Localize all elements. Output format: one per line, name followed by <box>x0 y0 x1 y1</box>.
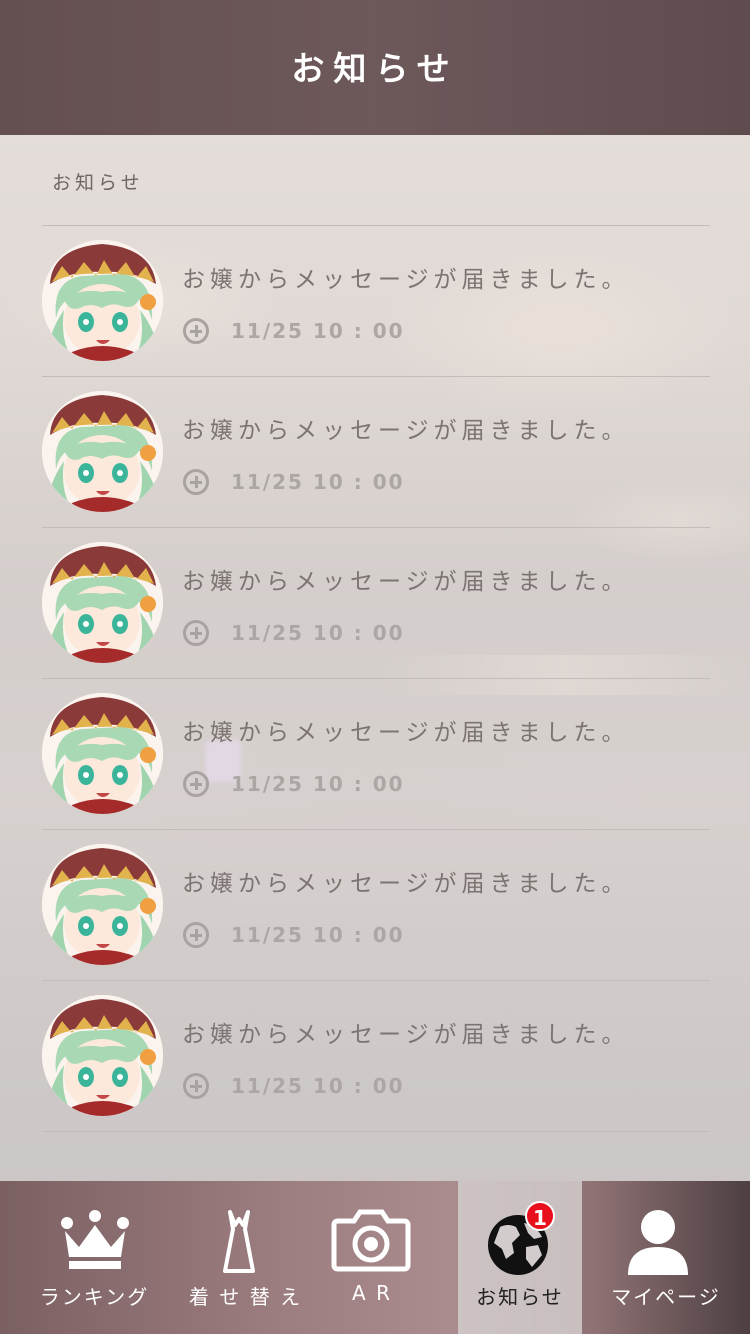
plus-circle-icon[interactable] <box>183 620 209 646</box>
tab-label: お知らせ <box>476 1285 564 1309</box>
plus-circle-icon[interactable] <box>183 771 209 797</box>
tab-label: マイページ <box>611 1285 721 1309</box>
notification-item[interactable]: お嬢からメッセージが届きました。 11/25 10 : 00 <box>42 226 710 377</box>
tab-ranking[interactable]: ランキング <box>0 1181 189 1334</box>
notification-panel: お知らせ お嬢からメッセージが届きました。 11/25 10: 00 お嬢から… <box>0 135 750 1181</box>
tab-label: ランキング <box>39 1285 150 1309</box>
notification-item[interactable]: お嬢からメッセージが届きました。 11/25 10 : 00 <box>42 679 710 830</box>
tab-bar: ランキング 着 せ 替 え A R 1 お知らせ マイページ <box>0 1181 750 1334</box>
avatar <box>42 391 163 512</box>
dress-icon <box>223 1210 255 1273</box>
avatar <box>42 844 163 965</box>
tab-label: 着 せ 替 え <box>189 1285 303 1309</box>
tab-ar[interactable]: A R <box>286 1181 458 1334</box>
notification-list: お嬢からメッセージが届きました。 11/25 10 : 00 お嬢からメッセージ… <box>42 225 710 1132</box>
notification-item[interactable]: お嬢からメッセージが届きました。 11/25 10 : 00 <box>42 528 710 679</box>
avatar <box>42 995 163 1116</box>
notification-item[interactable]: お嬢からメッセージが届きました。 11/25 10 : 00 <box>42 830 710 981</box>
plus-circle-icon[interactable] <box>183 922 209 948</box>
notification-message: お嬢からメッセージが届きました。 <box>182 871 630 897</box>
character-portrait-icon <box>42 542 163 663</box>
notification-time: 11/25 10 : 00 <box>231 923 405 947</box>
notification-badge: 1 <box>525 1201 555 1231</box>
character-portrait-icon <box>42 240 163 361</box>
notification-time-row: 11/25 10 : 00 <box>183 920 405 950</box>
notification-time-row: 11/25 10 : 00 <box>183 467 405 497</box>
tab-my-page[interactable]: マイページ <box>582 1181 750 1334</box>
page-title: お知らせ <box>291 49 459 88</box>
notification-time-row: 11/25 10 : 00 <box>183 1071 405 1101</box>
notification-time: 11/25 10 : 00 <box>231 772 405 796</box>
notification-message: お嬢からメッセージが届きました。 <box>182 1022 630 1048</box>
section-title: お知らせ <box>52 172 144 194</box>
notification-time-row: 11/25 10 : 00 <box>183 769 405 799</box>
plus-circle-icon[interactable] <box>183 318 209 344</box>
notification-message: お嬢からメッセージが届きました。 <box>182 418 630 444</box>
notification-item[interactable]: お嬢からメッセージが届きました。 11/25 10 : 00 <box>42 377 710 528</box>
notification-time: 11/25 10 : 00 <box>231 319 405 343</box>
crown-icon <box>61 1210 129 1269</box>
camera-icon <box>331 1209 411 1272</box>
character-portrait-icon <box>42 995 163 1116</box>
notification-message: お嬢からメッセージが届きました。 <box>182 569 630 595</box>
header: お知らせ <box>0 0 750 135</box>
notification-time-row: 11/25 10 : 00 <box>183 316 405 346</box>
notification-time: 11/25 10 : 00 <box>231 470 405 494</box>
character-portrait-icon <box>42 391 163 512</box>
notification-message: お嬢からメッセージが届きました。 <box>182 267 630 293</box>
plus-circle-icon[interactable] <box>183 469 209 495</box>
plus-circle-icon[interactable] <box>183 1073 209 1099</box>
tab-notifications[interactable]: 1 お知らせ <box>458 1181 582 1334</box>
character-portrait-icon <box>42 844 163 965</box>
notification-message: お嬢からメッセージが届きました。 <box>182 720 630 746</box>
notification-item[interactable]: お嬢からメッセージが届きました。 11/25 10 : 00 <box>42 981 710 1132</box>
character-portrait-icon <box>42 693 163 814</box>
notification-time: 11/25 10 : 00 <box>231 621 405 645</box>
avatar <box>42 542 163 663</box>
avatar <box>42 693 163 814</box>
notification-time-row: 11/25 10 : 00 <box>183 618 405 648</box>
person-icon <box>628 1210 688 1275</box>
avatar <box>42 240 163 361</box>
tab-dress-up[interactable]: 着 せ 替 え <box>189 1181 303 1334</box>
notification-time: 11/25 10 : 00 <box>231 1074 405 1098</box>
tab-label: A R <box>352 1281 392 1305</box>
